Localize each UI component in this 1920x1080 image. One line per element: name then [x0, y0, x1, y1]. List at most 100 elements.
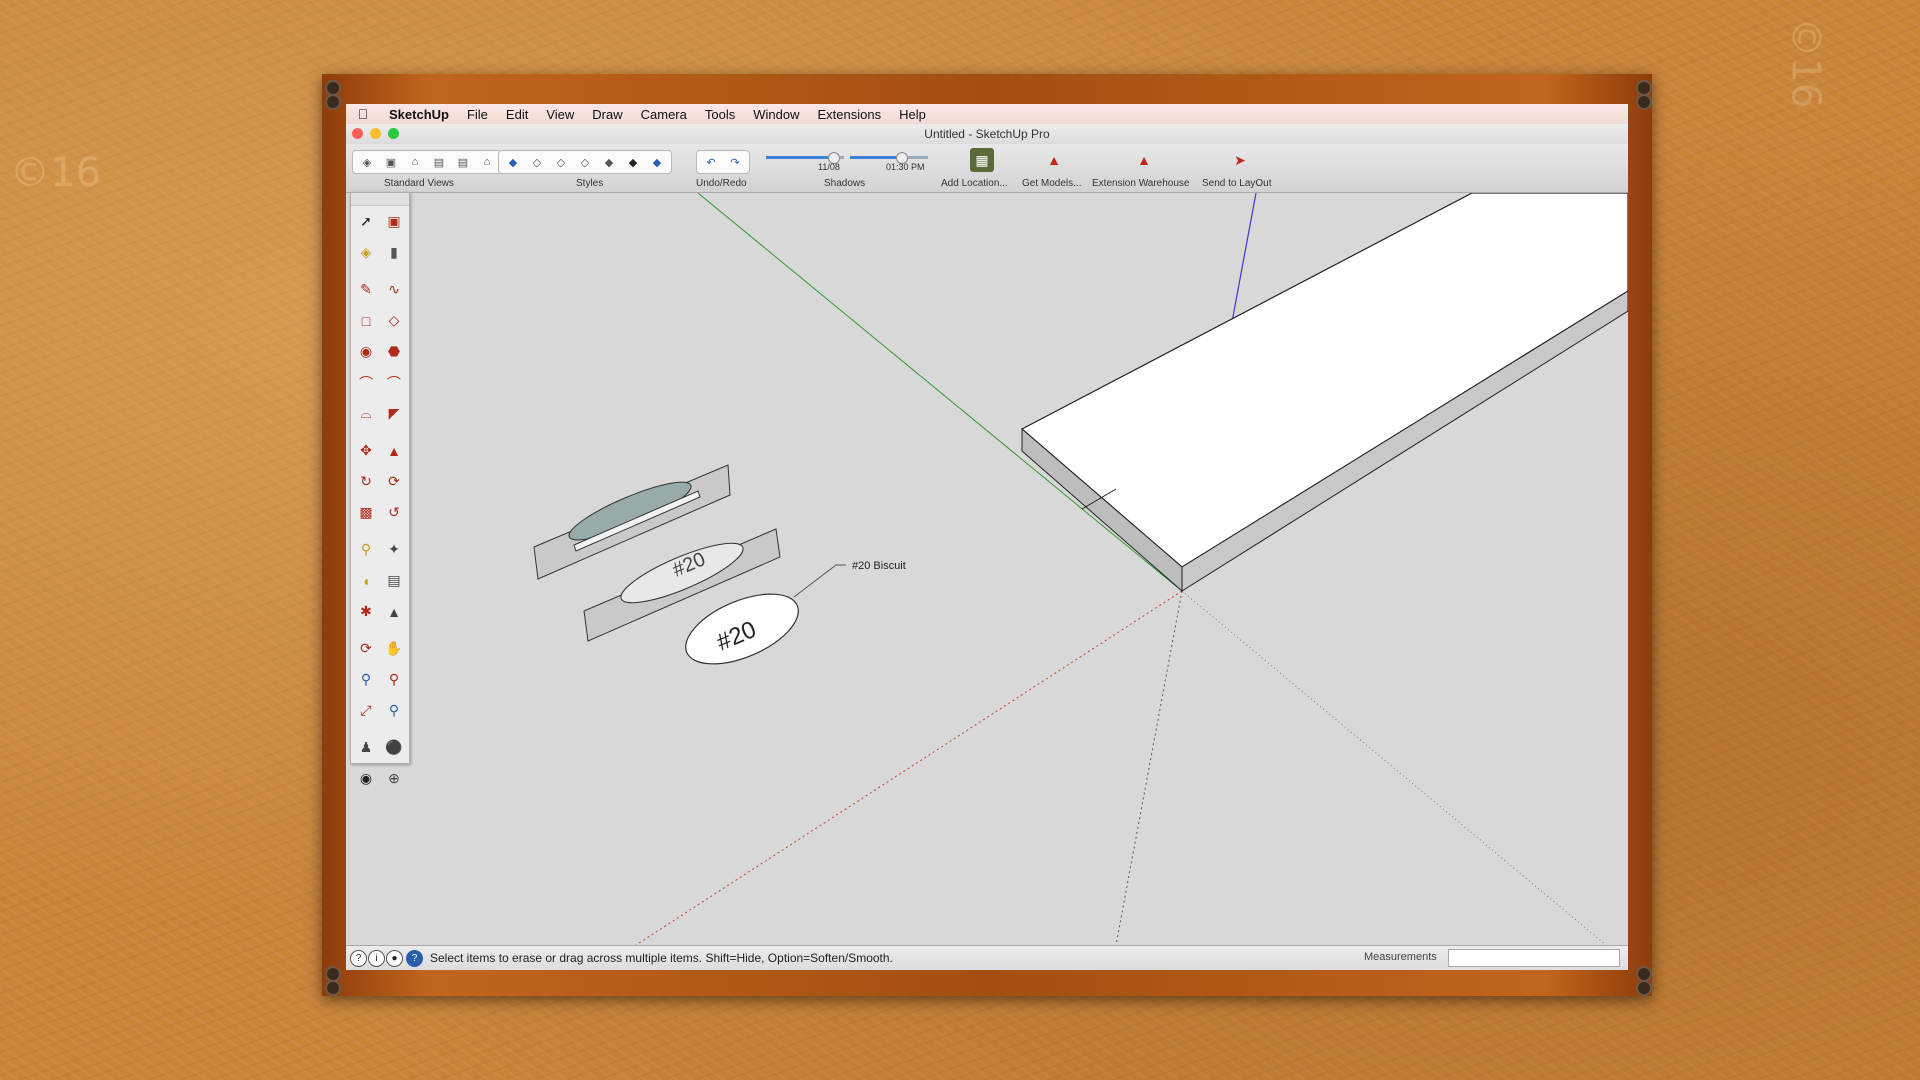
shadow-date-slider[interactable] [766, 152, 844, 164]
look-around-icon[interactable]: ◉ [353, 764, 379, 793]
shadow-time-slider[interactable] [850, 152, 928, 164]
close-window-button[interactable] [352, 128, 363, 139]
add-location-icon[interactable]: ▦ [970, 148, 994, 172]
background-watermark-right: ©16 [1782, 17, 1829, 109]
styles-group: ◆ ◇ ◇ ◇ ◆ ◆ ◆ [498, 150, 672, 174]
dimension-tool-icon[interactable]: ✦ [381, 535, 407, 564]
top-view-icon[interactable]: ▣ [380, 153, 402, 171]
paint-bucket-icon[interactable]: ◈ [353, 238, 379, 267]
biscuit-model: #20 [685, 593, 799, 665]
shadow-time-value: 01:30 PM [886, 162, 925, 172]
status-bar: ? i ● ? Select items to erase or drag ac… [346, 945, 1628, 970]
menu-app-name[interactable]: SketchUp [380, 107, 458, 122]
iso-view-icon[interactable]: ◈ [356, 153, 378, 171]
styles-label: Styles [576, 178, 604, 189]
axes-tool-icon[interactable]: ✱ [353, 597, 379, 626]
menu-window[interactable]: Window [744, 107, 808, 122]
walk-tool-icon[interactable]: ⚫ [381, 733, 407, 762]
window-titlebar: Untitled - SketchUp Pro [346, 124, 1628, 144]
polygon-tool-icon[interactable]: ⬣ [381, 337, 407, 366]
previous-view-icon[interactable]: ⚲ [381, 696, 407, 725]
menu-tools[interactable]: Tools [696, 107, 744, 122]
3d-text-icon[interactable]: ▲ [381, 597, 407, 626]
menu-help[interactable]: Help [890, 107, 935, 122]
frame-bolt [1636, 94, 1652, 110]
freehand-tool-icon[interactable]: ∿ [381, 275, 407, 304]
user-icon[interactable]: ● [386, 950, 403, 967]
move-tool-icon[interactable]: ✥ [353, 436, 379, 465]
geo-location-icon[interactable]: ? [350, 950, 367, 967]
scale-tool-icon[interactable]: ▩ [353, 498, 379, 527]
menu-view[interactable]: View [537, 107, 583, 122]
follow-me-icon[interactable]: ⟳ [381, 467, 407, 496]
apple-icon[interactable]:  [346, 106, 380, 122]
model-viewport[interactable]: #20 #20 #20 Biscuit [346, 192, 1628, 946]
menu-extensions[interactable]: Extensions [808, 107, 890, 122]
xray-style-icon[interactable]: ◆ [502, 153, 524, 171]
two-point-arc-icon[interactable]: ⌒ [381, 368, 407, 397]
extension-warehouse-icon[interactable]: ▲ [1132, 148, 1156, 172]
protractor-icon[interactable]: ◖ [353, 566, 379, 595]
shaded-style-icon[interactable]: ◆ [598, 153, 620, 171]
measurements-label: Measurements [1364, 951, 1437, 963]
left-view-icon[interactable]: ⌂ [476, 153, 498, 171]
shadows-label: Shadows [824, 178, 866, 189]
pan-tool-icon[interactable]: ✋ [381, 634, 407, 663]
three-point-arc-icon[interactable]: ⌓ [353, 399, 379, 428]
monochrome-style-icon[interactable]: ◆ [646, 153, 668, 171]
arc-tool-icon[interactable]: ⌒ [353, 368, 379, 397]
undo-redo-group: ↶ ↷ [696, 150, 750, 174]
front-view-icon[interactable]: ⌂ [404, 153, 426, 171]
backedges-style-icon[interactable]: ◇ [526, 153, 548, 171]
pie-tool-icon[interactable]: ◤ [381, 399, 407, 428]
textured-style-icon[interactable]: ◆ [622, 153, 644, 171]
line-tool-icon[interactable]: ✎ [353, 275, 379, 304]
text-tool-icon[interactable]: ▤ [381, 566, 407, 595]
frame-bolt [325, 94, 341, 110]
rotate-tool-icon[interactable]: ↻ [353, 467, 379, 496]
zoom-window-button[interactable] [388, 128, 399, 139]
redo-icon[interactable]: ↷ [724, 153, 746, 171]
menu-file[interactable]: File [458, 107, 497, 122]
make-component-icon[interactable]: ▣ [381, 207, 407, 236]
tape-measure-icon[interactable]: ⚲ [353, 535, 379, 564]
select-tool-icon[interactable]: ➚ [353, 207, 379, 236]
get-models-icon[interactable]: ▲ [1042, 148, 1066, 172]
add-location-label[interactable]: Add Location... [941, 178, 1008, 189]
wireframe-style-icon[interactable]: ◇ [550, 153, 572, 171]
biscuit-callout-label: #20 Biscuit [852, 560, 906, 572]
orbit-tool-icon[interactable]: ⟳ [353, 634, 379, 663]
green-axis-dotted [1181, 590, 1607, 946]
section-plane-icon[interactable]: ⊕ [381, 764, 407, 793]
back-view-icon[interactable]: ▤ [452, 153, 474, 171]
status-message: Select items to erase or drag across mul… [430, 951, 893, 965]
extension-warehouse-label[interactable]: Extension Warehouse [1092, 178, 1189, 189]
menu-draw[interactable]: Draw [583, 107, 631, 122]
right-view-icon[interactable]: ▤ [428, 153, 450, 171]
send-to-layout-label[interactable]: Send to LayOut [1202, 178, 1272, 189]
main-toolbar: ◈ ▣ ⌂ ▤ ▤ ⌂ Standard Views ◆ ◇ ◇ ◇ ◆ ◆ ◆… [346, 144, 1628, 193]
measurements-input[interactable] [1448, 949, 1620, 967]
menu-camera[interactable]: Camera [632, 107, 696, 122]
circle-tool-icon[interactable]: ◉ [353, 337, 379, 366]
position-camera-icon[interactable]: ♟ [353, 733, 379, 762]
zoom-extents-icon[interactable]: ⤢ [353, 696, 379, 725]
help-icon[interactable]: ? [406, 950, 423, 967]
get-models-label[interactable]: Get Models... [1022, 178, 1081, 189]
send-to-layout-icon[interactable]: ➤ [1228, 148, 1252, 172]
zoom-tool-icon[interactable]: ⚲ [353, 665, 379, 694]
eraser-icon[interactable]: ▮ [381, 238, 407, 267]
credits-icon[interactable]: i [368, 950, 385, 967]
menu-edit[interactable]: Edit [497, 107, 537, 122]
rotated-rectangle-icon[interactable]: ◇ [381, 306, 407, 335]
zoom-window-icon[interactable]: ⚲ [381, 665, 407, 694]
undo-redo-label: Undo/Redo [696, 178, 747, 189]
minimize-window-button[interactable] [370, 128, 381, 139]
standard-views-label: Standard Views [384, 178, 454, 189]
rectangle-tool-icon[interactable]: □ [353, 306, 379, 335]
undo-icon[interactable]: ↶ [700, 153, 722, 171]
hidden-line-style-icon[interactable]: ◇ [574, 153, 596, 171]
frame-bolt [325, 980, 341, 996]
push-pull-icon[interactable]: ▲ [381, 436, 407, 465]
offset-tool-icon[interactable]: ↺ [381, 498, 407, 527]
